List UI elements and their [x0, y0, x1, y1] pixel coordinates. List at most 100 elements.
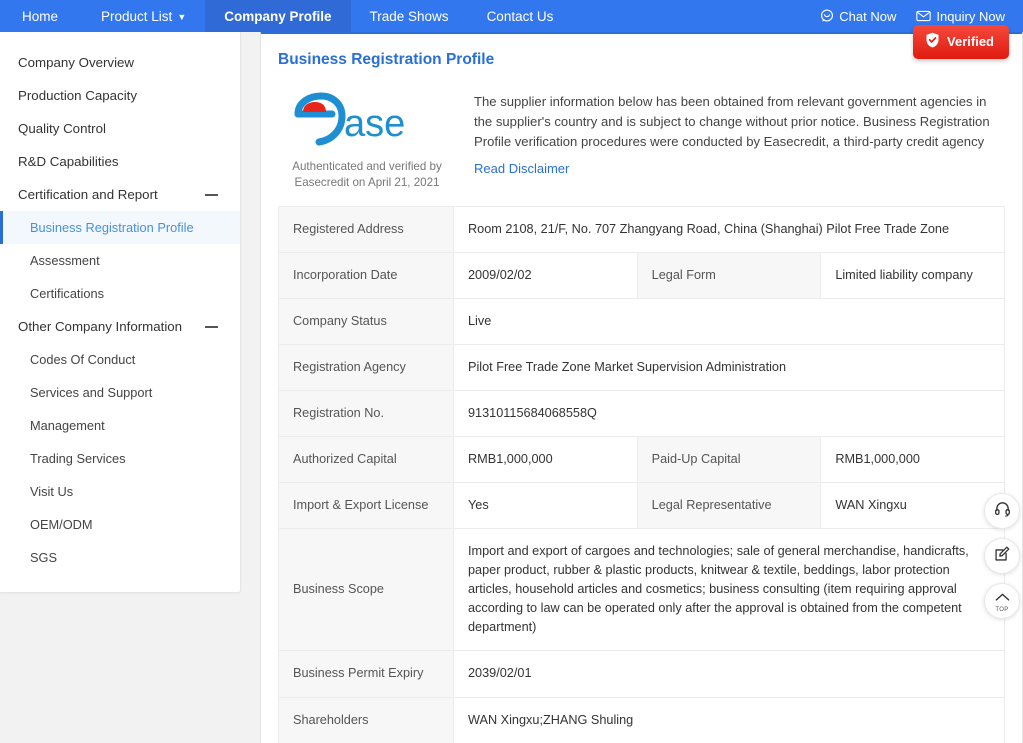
sidebar-item-label: Services and Support	[30, 385, 153, 400]
row-label-secondary: Paid-Up Capital	[636, 436, 822, 484]
sidebar-item-label: Assessment	[30, 253, 100, 268]
shield-check-icon	[925, 32, 940, 51]
read-disclaimer-link[interactable]: Read Disclaimer	[474, 161, 569, 176]
row-label: Import & Export License	[278, 482, 454, 530]
business-registration-profile-card: Verified Business Registration Profile a…	[260, 25, 1023, 743]
nav-item-label: Product List	[101, 8, 173, 24]
sidebar-item-company-overview[interactable]: Company Overview	[0, 46, 240, 79]
headset-icon	[994, 500, 1011, 522]
page-title: Business Registration Profile	[278, 51, 495, 68]
sidebar-item-label: Visit Us	[30, 484, 74, 499]
verified-badge: Verified	[913, 25, 1009, 59]
collapse-minus-icon[interactable]	[205, 325, 218, 328]
row-value: 2009/02/02	[453, 251, 638, 300]
row-label: Incorporation Date	[278, 251, 454, 300]
table-row: Registration Agency Pilot Free Trade Zone…	[278, 344, 1005, 392]
sidebar-item-business-registration-profile[interactable]: Business Registration Profile	[0, 211, 240, 244]
sidebar-item-label: Management	[30, 418, 105, 433]
row-value: WAN Xingxu;ZHANG Shuling	[453, 696, 1005, 743]
row-label-secondary: Legal Form	[636, 251, 822, 300]
sidebar-item-oem-odm[interactable]: OEM/ODM	[0, 508, 240, 541]
sidebar-item-label: R&D Capabilities	[18, 154, 119, 169]
row-value-secondary: WAN Xingxu	[820, 482, 1005, 530]
table-row: Business Permit Expiry 2039/02/01	[278, 650, 1005, 698]
sidebar-item-trading-services[interactable]: Trading Services	[0, 442, 240, 475]
sidebar-item-label: Company Overview	[18, 55, 135, 70]
nav-item-trade-shows[interactable]: Trade Shows	[351, 0, 468, 32]
table-row: Incorporation Date 2009/02/02 Legal Form Li…	[278, 251, 1005, 300]
sidebar-item-label: Other Company Information	[18, 319, 183, 334]
nav-item-company-profile[interactable]: Company Profile	[205, 0, 351, 32]
chat-now-button[interactable]: Chat Now	[810, 0, 906, 32]
sidebar-item-codes-of-conduct[interactable]: Codes Of Conduct	[0, 343, 240, 376]
disclaimer-block: The supplier information below has been …	[474, 86, 1005, 178]
sidebar-item-label: Certification and Report	[18, 187, 158, 202]
nav-item-contact-us[interactable]: Contact Us	[468, 0, 573, 32]
sidebar-item-quality-control[interactable]: Quality Control	[0, 112, 240, 145]
verified-badge-label: Verified	[947, 34, 994, 49]
chat-bubble-icon	[820, 9, 834, 23]
table-row: Business Scope Import and export of cargo…	[278, 528, 1005, 652]
row-label-secondary: Legal Representative	[636, 482, 822, 530]
table-row: Company Status Live	[278, 297, 1005, 346]
row-label: Business Permit Expiry	[278, 650, 454, 698]
sidebar-item-visit-us[interactable]: Visit Us	[0, 475, 240, 508]
row-value-secondary: RMB1,000,000	[820, 436, 1005, 484]
row-label: Company Status	[278, 297, 454, 346]
sidebar-item-label: SGS	[30, 550, 58, 565]
row-value: Room 2108, 21/F, No. 707 Zhangyang Road,…	[453, 205, 1005, 253]
ease-logo: ase	[278, 92, 456, 153]
sidebar-item-assessment[interactable]: Assessment	[0, 244, 240, 277]
nav-item-label: Home	[22, 8, 59, 24]
collapse-minus-icon[interactable]	[205, 193, 218, 196]
sidebar-item-label: OEM/ODM	[30, 517, 93, 532]
row-label: Registration Agency	[278, 344, 454, 392]
scroll-to-top-button[interactable]: TOP	[984, 583, 1020, 619]
sidebar-item-label: Certifications	[30, 286, 104, 301]
chevron-down-icon: ▼	[177, 11, 187, 22]
nav-item-product-list[interactable]: Product List ▼	[82, 0, 205, 32]
top-navigation-bar: Home Product List ▼ Company Profile Trade Sh…	[0, 0, 1023, 32]
sidebar-item-certifications[interactable]: Certifications	[0, 277, 240, 310]
table-row: Shareholders WAN Xingxu;ZHANG Shuling	[278, 696, 1005, 743]
edit-icon	[994, 545, 1011, 567]
intro-section: ase Authenticated and verified by Easecr…	[278, 86, 1005, 206]
nav-item-label: Contact Us	[486, 8, 554, 24]
logo-caption: Authenticated and verified by Easecredit…	[292, 160, 442, 190]
table-row: Registration No. 91310115684068558Q	[278, 390, 1005, 438]
sidebar-item-label: Quality Control	[18, 121, 106, 136]
table-row: Authorized Capital RMB1,000,000 Paid-Up Ca…	[278, 436, 1005, 484]
nav-item-label: Trade Shows	[369, 8, 449, 24]
sidebar-item-label: Codes Of Conduct	[30, 352, 136, 367]
row-value: Pilot Free Trade Zone Market Supervision…	[453, 344, 1005, 392]
row-value-secondary: Limited liability company	[820, 251, 1005, 300]
sidebar-item-r-d-capabilities[interactable]: R&D Capabilities	[0, 145, 240, 178]
main-content: Verified Business Registration Profile a…	[241, 25, 1023, 743]
row-label: Registered Address	[278, 205, 454, 253]
customer-service-button[interactable]	[984, 493, 1020, 529]
scroll-top-icon	[994, 590, 1011, 608]
sidebar-item-label: Production Capacity	[18, 88, 137, 103]
row-label: Registration No.	[278, 390, 454, 438]
sidebar-item-services-and-support[interactable]: Services and Support	[0, 376, 240, 409]
sidebar-item-certification-and-report[interactable]: Certification and Report	[0, 178, 240, 211]
sidebar-item-production-capacity[interactable]: Production Capacity	[0, 79, 240, 112]
nav-item-home[interactable]: Home	[0, 0, 82, 32]
row-label: Business Scope	[278, 528, 454, 652]
row-value: Live	[453, 297, 1005, 346]
sidebar-item-sgs[interactable]: SGS	[0, 541, 240, 574]
chat-now-label: Chat Now	[839, 8, 897, 24]
page-body: Company Overview Production Capacity Quali…	[0, 25, 1023, 743]
floating-action-buttons: TOP	[984, 493, 1020, 619]
feedback-edit-button[interactable]	[984, 538, 1020, 574]
nav-item-label: Company Profile	[224, 8, 332, 24]
envelope-icon	[916, 9, 932, 23]
sidebar-navigation: Company Overview Production Capacity Quali…	[0, 32, 241, 593]
disclaimer-text: The supplier information below has been …	[474, 94, 990, 150]
sidebar-item-label: Trading Services	[30, 451, 126, 466]
sidebar-item-management[interactable]: Management	[0, 409, 240, 442]
sidebar-item-other-company-information[interactable]: Other Company Information	[0, 310, 240, 343]
easecredit-logo-block: ase Authenticated and verified by Easecr…	[278, 86, 456, 192]
row-value: 2039/02/01	[453, 650, 1005, 698]
svg-text:ase: ase	[344, 103, 405, 145]
